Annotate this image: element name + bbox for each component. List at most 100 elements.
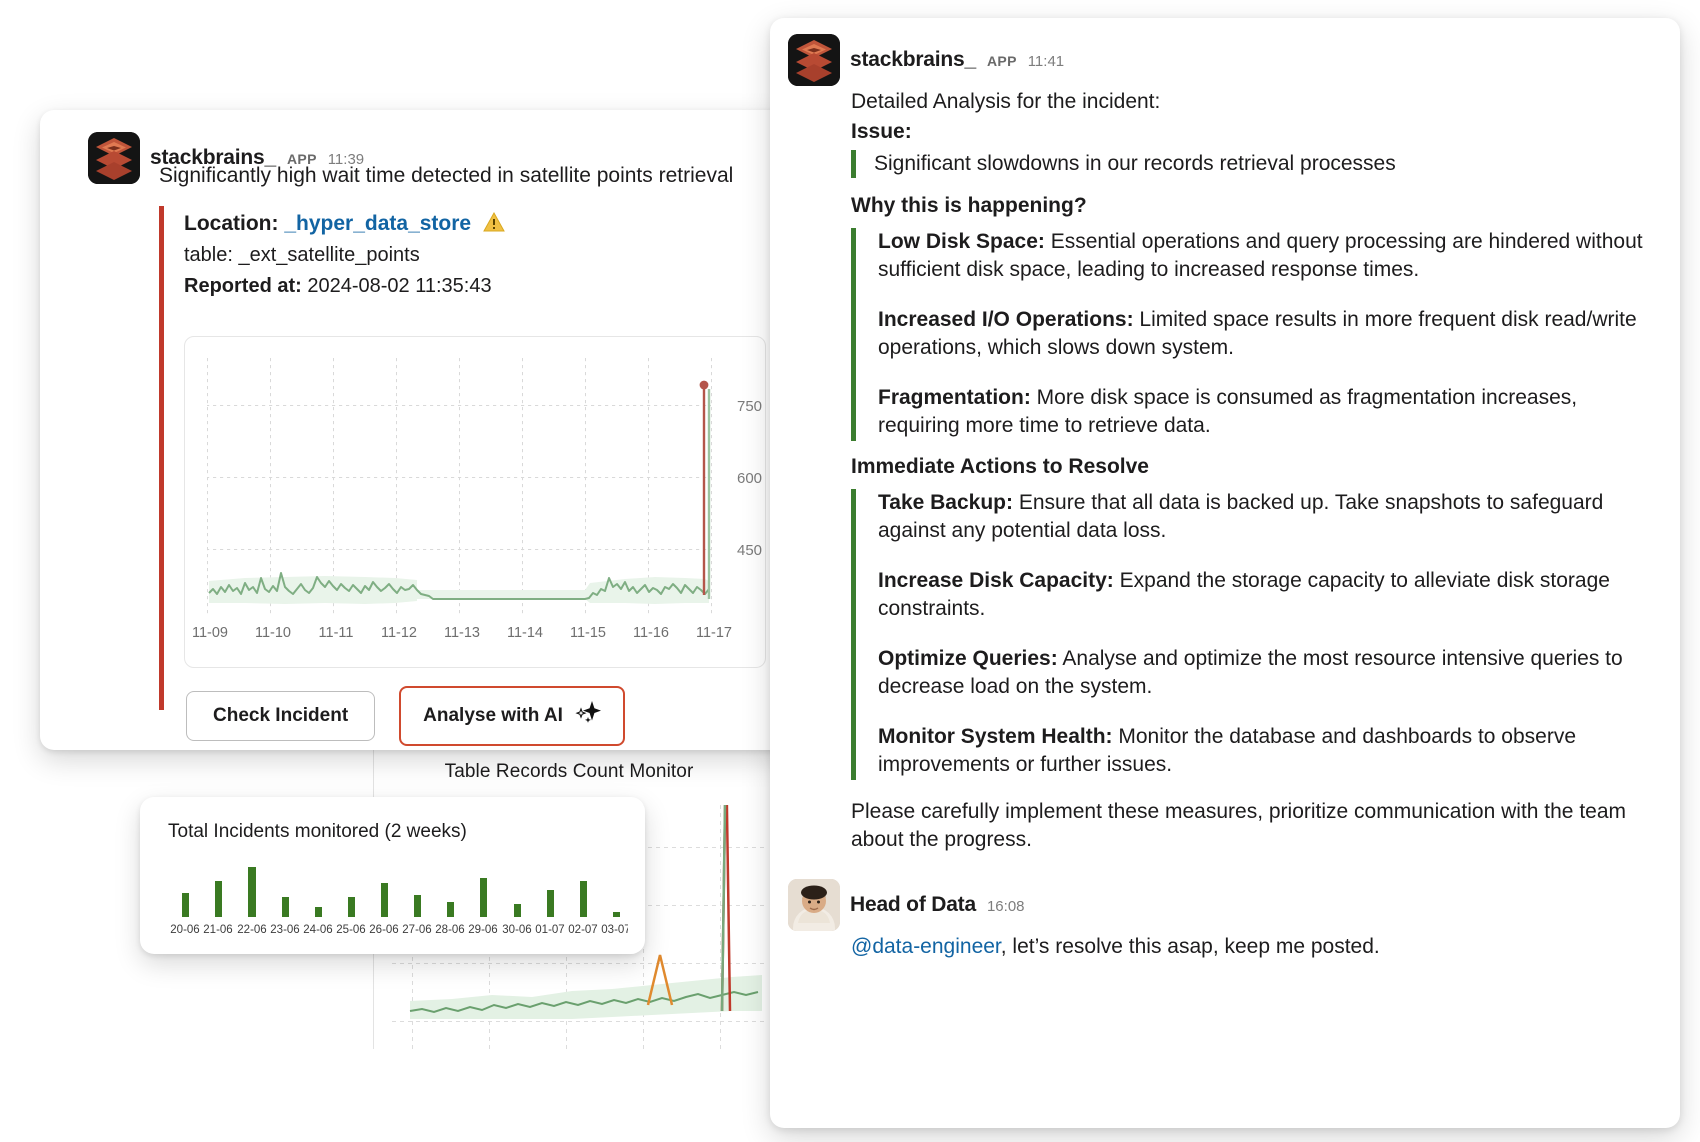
tick-25-06: 25-06 (336, 924, 365, 936)
bar-03-07 (613, 912, 620, 917)
x-tick-3: 11-12 (381, 625, 417, 641)
x-axis-tick-labels: 11-09 11-10 11-11 11-12 11-13 11-14 11-1… (192, 625, 732, 641)
incident-table-line: table: _ext_satellite_points (184, 244, 796, 267)
tick-02-07: 02-07 (568, 924, 597, 936)
analysis-sender-name: stackbrains_ (850, 48, 976, 72)
background-chart-title: Table Records Count Monitor (374, 761, 764, 783)
bar-30-06 (514, 904, 521, 917)
bar-29-06 (480, 878, 487, 917)
x-tick-5: 11-14 (507, 625, 543, 641)
bar-01-07 (547, 890, 554, 917)
reply-message: Head of Data 16:08 @data-engineer, let’s… (788, 879, 1664, 961)
x-tick-6: 11-15 (570, 625, 606, 641)
why-heading: Why this is happening? (851, 194, 1664, 218)
analysis-thread-card: stackbrains_ APP 11:41 Detailed Analysis… (770, 18, 1680, 1128)
y-tick-450: 450 (737, 542, 762, 559)
location-label: Location: (184, 212, 279, 235)
check-incident-button[interactable]: Check Incident (186, 691, 375, 741)
sparkle-icon (573, 700, 601, 732)
wait-time-chart-box: 750 600 450 11-09 11-10 11-11 11-12 11-1… (184, 336, 766, 668)
warning-triangle-icon (483, 212, 505, 235)
anomaly-spike-marker (700, 381, 709, 390)
issue-text: Significant slowdowns in our records ret… (874, 150, 1664, 178)
analyse-with-ai-button[interactable]: Analyse with AI (399, 686, 625, 746)
reply-text-row: @data-engineer, let’s resolve this asap,… (851, 933, 1664, 961)
analyse-with-ai-label: Analyse with AI (423, 705, 563, 727)
reply-mention-link[interactable]: @data-engineer (851, 935, 1001, 958)
reply-header: Head of Data 16:08 (788, 879, 1664, 931)
bar-21-06 (215, 881, 222, 917)
tick-30-06: 30-06 (502, 924, 531, 936)
reported-label: Reported at: (184, 275, 302, 297)
issue-heading: Issue: (851, 120, 1664, 144)
tick-01-07: 01-07 (535, 924, 564, 936)
why-item-1: Increased I/O Operations: Limited space … (878, 306, 1664, 362)
why-item-0: Low Disk Space: Essential operations and… (878, 228, 1664, 284)
analysis-app-badge: APP (987, 53, 1017, 69)
tick-21-06: 21-06 (203, 924, 232, 936)
analysis-message-header: stackbrains_ APP 11:41 (788, 34, 1664, 86)
tick-23-06: 23-06 (270, 924, 299, 936)
action-item-3: Monitor System Health: Monitor the datab… (878, 723, 1664, 779)
action-item-1: Increase Disk Capacity: Expand the stora… (878, 567, 1664, 623)
bar-25-06 (348, 897, 355, 917)
total-incidents-plot: 20-06 21-06 22-06 23-06 24-06 25-06 26-0… (158, 857, 635, 946)
bar-23-06 (282, 897, 289, 917)
reply-timestamp: 16:08 (987, 898, 1025, 915)
x-tick-8: 11-17 (696, 625, 732, 641)
why-item-2: Fragmentation: More disk space is consum… (878, 384, 1664, 440)
action-item-0: Take Backup: Ensure that all data is bac… (878, 489, 1664, 545)
wait-time-chart-svg: 750 600 450 11-09 11-10 11-11 11-12 11-1… (185, 337, 807, 665)
location-value: _hyper_data_store (284, 212, 471, 235)
bar-20-06 (182, 893, 189, 917)
bar-26-06 (381, 883, 388, 917)
incident-reported-row: Reported at: 2024-08-02 11:35:43 (184, 275, 796, 298)
why-item-0-title: Low Disk Space: (878, 230, 1045, 253)
x-tick-7: 11-16 (633, 625, 669, 641)
incident-actions: Check Incident Analyse with AI (186, 686, 625, 746)
analysis-timestamp: 11:41 (1028, 53, 1064, 70)
bar-28-06 (447, 902, 454, 917)
reported-value: 2024-08-02 11:35:43 (307, 275, 491, 297)
x-tick-4: 11-13 (444, 625, 480, 641)
tick-22-06: 22-06 (237, 924, 266, 936)
head-of-data-avatar (788, 879, 840, 931)
stackbrains-app-avatar (88, 132, 140, 184)
incident-alert-card: stackbrains_ APP 11:39 Significantly hig… (40, 110, 824, 750)
reply-sender-name: Head of Data (850, 893, 976, 917)
x-tick-0: 11-09 (192, 625, 228, 641)
total-incidents-tick-labels: 20-06 21-06 22-06 23-06 24-06 25-06 26-0… (170, 924, 628, 936)
tick-20-06: 20-06 (170, 924, 199, 936)
why-item-1-title: Increased I/O Operations: (878, 308, 1134, 331)
tick-24-06: 24-06 (303, 924, 332, 936)
tick-28-06: 28-06 (435, 924, 464, 936)
check-incident-label: Check Incident (213, 705, 348, 727)
screenshot-stage: Table Records Count Monitor (0, 0, 1700, 1142)
analysis-body: stackbrains_ APP 11:41 Detailed Analysis… (788, 34, 1664, 961)
issue-quote: Significant slowdowns in our records ret… (851, 150, 1664, 178)
analysis-intro: Detailed Analysis for the incident: (851, 88, 1664, 116)
why-list: Low Disk Space: Essential operations and… (851, 228, 1664, 441)
tick-29-06: 29-06 (468, 924, 497, 936)
why-item-2-title: Fragmentation: (878, 386, 1031, 409)
bar-24-06 (315, 907, 322, 917)
total-incidents-card: Total Incidents monitored (2 weeks) (140, 797, 645, 954)
action-item-2-title: Optimize Queries: (878, 647, 1058, 670)
total-incidents-bars (182, 867, 620, 917)
stackbrains-app-avatar-2 (788, 34, 840, 86)
analysis-content: Detailed Analysis for the incident: Issu… (851, 88, 1664, 853)
tick-26-06: 26-06 (369, 924, 398, 936)
incident-location-row: Location: _hyper_data_store (184, 212, 796, 236)
actions-list: Take Backup: Ensure that all data is bac… (851, 489, 1664, 780)
y-tick-750: 750 (737, 398, 762, 415)
total-incidents-title: Total Incidents monitored (2 weeks) (168, 821, 467, 843)
bar-02-07 (580, 881, 587, 917)
x-tick-1: 11-10 (255, 625, 291, 641)
incident-headline: Significantly high wait time detected in… (159, 162, 804, 189)
bar-27-06 (414, 895, 421, 917)
incident-attachment-quote: Location: _hyper_data_store table: _ext_… (159, 206, 796, 710)
analysis-closing: Please carefully implement these measure… (851, 798, 1664, 854)
tick-03-07: 03-07 (601, 924, 628, 936)
actions-heading: Immediate Actions to Resolve (851, 455, 1664, 479)
total-incidents-svg: 20-06 21-06 22-06 23-06 24-06 25-06 26-0… (158, 857, 628, 943)
